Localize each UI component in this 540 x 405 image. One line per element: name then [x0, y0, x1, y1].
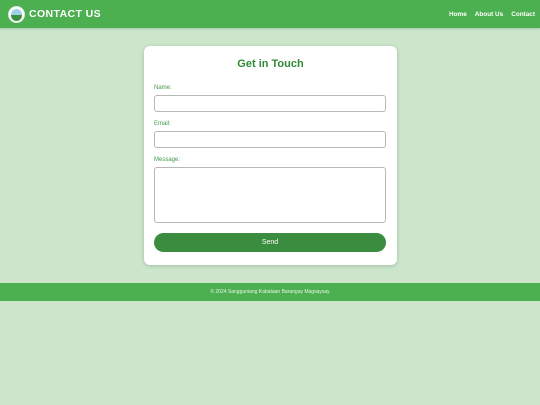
nav-link-contact[interactable]: Contact — [510, 11, 536, 18]
send-button[interactable]: Send — [154, 233, 386, 252]
form-heading: Get in Touch — [237, 58, 304, 70]
email-field[interactable] — [154, 131, 386, 148]
logo-hill — [11, 14, 22, 21]
nav-link-home[interactable]: Home — [448, 11, 468, 18]
page-title: CONTACT US — [29, 8, 102, 20]
name-field[interactable] — [154, 95, 386, 112]
footer-copyright: © 2024 Sangguniang Kabataan Barangay Mag… — [210, 289, 330, 295]
name-label: Name: — [154, 85, 172, 91]
top-header: CONTACT US Home About Us Contact — [0, 0, 540, 28]
contact-form-card: Get in Touch Name: Email: Message: Send — [144, 46, 397, 265]
footer: © 2024 Sangguniang Kabataan Barangay Mag… — [0, 283, 540, 301]
message-label: Message: — [154, 157, 181, 163]
email-label: Email: — [154, 121, 171, 127]
nav-link-about-us[interactable]: About Us — [474, 11, 504, 18]
barangay-seal-icon[interactable] — [8, 5, 25, 23]
main-nav: Home About Us Contact — [448, 11, 536, 18]
message-textarea[interactable] — [154, 167, 386, 223]
